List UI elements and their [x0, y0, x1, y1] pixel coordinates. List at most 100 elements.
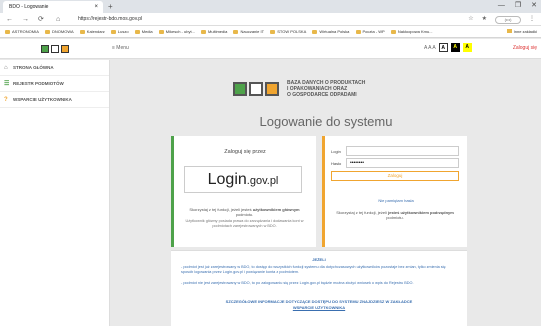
- text-part: podmiotu.: [235, 212, 254, 217]
- window-controls: — ❐ ✕: [498, 0, 537, 12]
- folder-icon: [355, 29, 361, 34]
- back-icon[interactable]: ←: [6, 13, 13, 26]
- contrast-yellow-button[interactable]: A: [462, 43, 472, 52]
- bookmark-item[interactable]: Multimedia: [201, 26, 228, 37]
- brand-logo: [233, 82, 279, 96]
- main-content: BAZA DANYCH O PRODUKTACH I OPAKOWANIACH …: [111, 60, 541, 326]
- tab-close-icon[interactable]: ×: [94, 1, 98, 13]
- folder-icon: [390, 29, 396, 34]
- sidebar-item-support[interactable]: ? WSPARCIE UŻYTKOWNIKA: [0, 92, 109, 108]
- bookmark-label: Poczta - WP: [362, 29, 385, 34]
- close-window-icon[interactable]: ✕: [531, 0, 537, 12]
- bookmark-item[interactable]: Luszo: [110, 26, 129, 37]
- tab-title: BDO - Logowanie: [9, 4, 49, 10]
- forgot-password-link[interactable]: Nie pamiętam hasła: [325, 198, 467, 203]
- other-bookmarks[interactable]: Inne zakładki: [502, 26, 537, 37]
- bookmark-label: Multimedia: [208, 29, 228, 34]
- forward-icon[interactable]: →: [22, 13, 29, 26]
- login-link[interactable]: Zaloguj się: [513, 45, 537, 51]
- brand-line: O GOSPODARCE ODPADAMI: [287, 92, 357, 98]
- contrast-normal-button[interactable]: A: [438, 43, 448, 52]
- browser-tab[interactable]: BDO - Logowanie ×: [3, 1, 103, 13]
- folder-icon: [158, 29, 164, 34]
- bookmark-item[interactable]: Media: [134, 26, 153, 37]
- folder-icon: [506, 29, 512, 33]
- login-input[interactable]: [346, 146, 459, 156]
- bdo-logo[interactable]: [0, 39, 110, 59]
- folder-icon: [79, 29, 85, 34]
- address-bar: ← → ⟳ ⌂ https://rejestr-bdo.mos.gov.pl ☆…: [0, 13, 541, 26]
- local-login-card: Login Hasło Zaloguj Nie pamiętam hasła S…: [322, 136, 467, 247]
- login-gov-card: Zaloguj się przez Login.gov.pl Skorzysta…: [171, 136, 316, 247]
- bookmark-item[interactable]: Poczta - WP: [355, 26, 385, 37]
- maximize-icon[interactable]: ❐: [515, 0, 521, 12]
- sidebar-item-label: STRONA GŁÓWNA: [13, 65, 54, 70]
- bookmark-item[interactable]: Nakłoopowa Kmu...: [390, 26, 433, 37]
- sidebar: ⌂ STRONA GŁÓWNA ☰ REJESTR PODMIOTÓW ? WSPAR…: [0, 60, 110, 326]
- bookmark-label: Media: [141, 29, 153, 34]
- bookmark-item[interactable]: ASTRONOMIA: [5, 26, 39, 37]
- login-row: Login: [331, 146, 459, 156]
- bookmark-item[interactable]: Mikesch - ubyt...: [158, 26, 195, 37]
- local-login-description: Skorzystaj z tej funkcji, jeżeli jesteś …: [331, 210, 459, 220]
- brand-square-orange: [265, 82, 279, 96]
- bookmark-label: DNOMOWA: [52, 29, 74, 34]
- bookmark-label: Wirtualna Polska: [319, 29, 350, 34]
- logo-square-white: [51, 45, 59, 53]
- font-size-controls[interactable]: A A A: [424, 45, 436, 51]
- folder-icon: [5, 29, 10, 34]
- help-icon: ?: [4, 97, 8, 103]
- text-part: podmiotu.: [386, 215, 404, 220]
- info-paragraph-unregistered: - podmiot nie jest zarejestrowany w BDO,…: [181, 281, 414, 285]
- menu-button[interactable]: ≡ Menu: [112, 45, 129, 51]
- password-input[interactable]: [346, 158, 459, 168]
- sidebar-item-label: WSPARCIE UŻYTKOWNIKA: [13, 97, 72, 102]
- brand-square-green: [233, 82, 247, 96]
- profile-button[interactable]: (•••): [495, 15, 521, 24]
- password-label: Hasło: [331, 160, 342, 166]
- home-icon[interactable]: ⌂: [56, 13, 60, 26]
- site-header: ≡ Menu A A A A A A Zaloguj się: [0, 39, 541, 59]
- bookmark-item[interactable]: DNOMOWA: [45, 26, 74, 37]
- login-gov-logo-main: Login: [207, 171, 247, 188]
- support-link[interactable]: WSPARCIE UŻYTKOWNIKA: [171, 305, 467, 310]
- folder-icon: [233, 29, 239, 34]
- new-tab-button[interactable]: +: [108, 1, 113, 12]
- brand-square-white: [249, 82, 263, 96]
- minimize-icon[interactable]: —: [498, 0, 505, 12]
- reload-icon[interactable]: ⟳: [38, 13, 44, 26]
- login-gov-note: Użytkownik główny posiada prawa do zarzą…: [185, 219, 304, 228]
- login-gov-button[interactable]: Login.gov.pl: [184, 166, 302, 193]
- bookmark-item[interactable]: Kalendarz: [79, 26, 105, 37]
- submit-login-button[interactable]: Zaloguj: [331, 171, 459, 181]
- folder-icon: [312, 29, 318, 34]
- bookmark-item[interactable]: Wirtualna Polska: [312, 26, 350, 37]
- bookmark-label: STOW POLSKA: [277, 29, 307, 34]
- bookmark-label: Nakłoopowa Kmu...: [397, 29, 433, 34]
- browser-menu-icon[interactable]: ⋮: [529, 13, 535, 26]
- list-icon: ☰: [4, 81, 10, 87]
- login-label: Login: [331, 148, 341, 154]
- home-icon: ⌂: [4, 65, 8, 71]
- sidebar-item-register[interactable]: ☰ REJESTR PODMIOTÓW: [0, 76, 109, 92]
- star-icon[interactable]: ☆: [468, 13, 473, 26]
- folder-icon: [134, 29, 140, 34]
- brand-header: BAZA DANYCH O PRODUKTACH I OPAKOWANIACH …: [233, 80, 367, 98]
- url-input[interactable]: https://rejestr-bdo.mos.gov.pl: [78, 15, 418, 24]
- folder-icon: [45, 29, 51, 34]
- contrast-high-button[interactable]: A: [450, 43, 460, 52]
- bookmark-filled-icon[interactable]: ★: [482, 13, 487, 26]
- folder-icon: [270, 29, 276, 34]
- bookmarks-bar: ASTRONOMIA DNOMOWA Kalendarz Luszo Media…: [0, 26, 541, 38]
- text-emphasis: użytkownikiem głównym: [252, 207, 300, 212]
- logo-square-orange: [61, 45, 69, 53]
- bookmark-label: Luszo: [117, 29, 129, 34]
- login-gov-logo-suffix: .gov.pl: [246, 175, 279, 187]
- sidebar-item-home[interactable]: ⌂ STRONA GŁÓWNA: [0, 60, 109, 76]
- text-part: Skorzystaj z tej funkcji, jeżeli: [336, 210, 388, 215]
- info-details-text: SZCZEGÓŁOWE INFORMACJE DOTYCZĄCE DOSTĘPU…: [225, 299, 413, 304]
- other-bookmarks-label: Inne zakładki: [513, 29, 537, 34]
- logo-square-green: [41, 45, 49, 53]
- bookmark-item[interactable]: STOW POLSKA: [270, 26, 307, 37]
- bookmark-item[interactable]: Nauczanie IT: [233, 26, 264, 37]
